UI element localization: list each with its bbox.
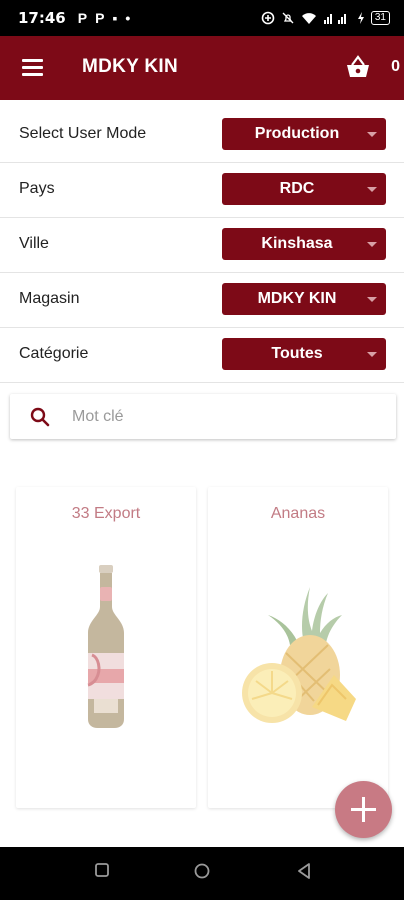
pineapple-image — [242, 587, 356, 723]
product-name: Ananas — [270, 505, 326, 522]
cart-count-badge: 0 — [391, 58, 400, 75]
signal-icon — [323, 14, 346, 24]
recents-icon[interactable] — [95, 863, 109, 877]
filter-row-categorie: Catégorie Toutes — [0, 328, 404, 383]
filter-row-magasin: Magasin MDKY KIN — [0, 273, 404, 328]
dropdown-arrow-icon — [367, 352, 377, 357]
search-icon — [30, 407, 50, 427]
notification-icon: • — [125, 10, 131, 26]
product-name: 33 Export — [71, 505, 141, 522]
dropdown-value: Kinshasa — [261, 235, 333, 252]
filter-label: Ville — [19, 235, 49, 252]
dropdown-arrow-icon — [367, 187, 377, 192]
home-icon[interactable] — [194, 863, 210, 879]
notification-icon: P — [77, 10, 88, 26]
search-input[interactable] — [70, 403, 374, 431]
wifi-icon — [301, 13, 316, 24]
beer-bottle-image — [87, 565, 124, 728]
product-card[interactable]: Ananas — [208, 487, 388, 808]
filter-label: Pays — [19, 180, 55, 197]
cart-basket-icon[interactable] — [344, 54, 372, 82]
dropdown-value: RDC — [279, 180, 315, 197]
notification-icons: P P ▪ • — [78, 10, 131, 26]
system-icons: 31 — [261, 0, 390, 36]
mute-icon — [282, 12, 294, 24]
filter-row-user-mode: Select User Mode Production — [0, 108, 404, 163]
battery-icon: 31 — [370, 11, 390, 25]
pays-dropdown[interactable]: RDC — [222, 173, 386, 205]
charging-icon — [357, 12, 364, 24]
dropdown-value: Production — [254, 125, 340, 142]
status-bar: 17:46 P P ▪ • 31 — [0, 0, 404, 36]
dropdown-arrow-icon — [367, 242, 377, 247]
filter-row-ville: Ville Kinshasa — [0, 218, 404, 273]
categorie-dropdown[interactable]: Toutes — [222, 338, 386, 370]
status-time: 17:46 — [18, 9, 66, 27]
notification-icon: ▪ — [112, 10, 118, 26]
filter-row-pays: Pays RDC — [0, 163, 404, 218]
product-card[interactable]: 33 Export — [16, 487, 196, 808]
dropdown-arrow-icon — [367, 297, 377, 302]
dropdown-value: MDKY KIN — [257, 290, 337, 307]
page-title: MDKY KIN — [82, 56, 178, 77]
data-saver-icon — [261, 11, 275, 25]
filter-label: Magasin — [19, 290, 80, 307]
notification-icon: P — [95, 10, 105, 26]
user-mode-dropdown[interactable]: Production — [222, 118, 386, 150]
dropdown-value: Toutes — [271, 345, 323, 362]
magasin-dropdown[interactable]: MDKY KIN — [222, 283, 386, 315]
search-bar — [10, 394, 396, 439]
dropdown-arrow-icon — [367, 132, 377, 137]
add-button[interactable] — [335, 781, 392, 838]
app-bar: MDKY KIN 0 — [0, 36, 404, 100]
menu-icon[interactable] — [22, 59, 43, 76]
ville-dropdown[interactable]: Kinshasa — [222, 228, 386, 260]
navigation-bar — [0, 847, 404, 900]
filter-label: Select User Mode — [19, 125, 147, 142]
back-icon[interactable] — [297, 863, 311, 879]
filter-label: Catégorie — [19, 345, 89, 362]
